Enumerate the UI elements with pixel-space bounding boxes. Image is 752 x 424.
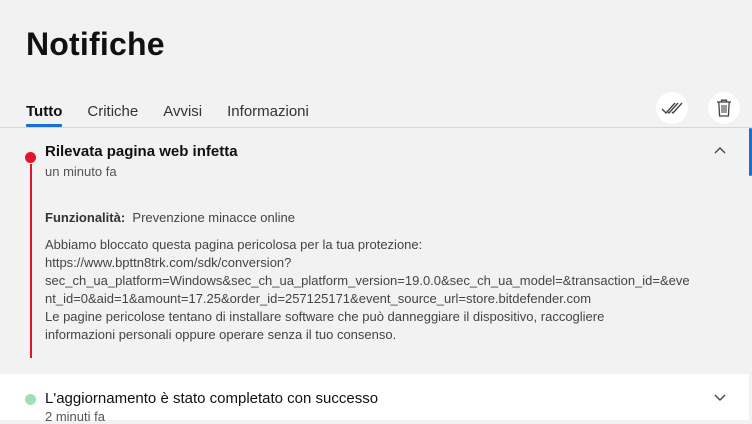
tab-info[interactable]: Informazioni <box>227 103 309 127</box>
tab-warnings[interactable]: Avvisi <box>163 103 202 127</box>
trash-icon <box>717 99 731 117</box>
critical-status-dot <box>25 152 36 163</box>
message-url-line: https://www.bpttn8trk.com/sdk/conversion… <box>45 255 292 270</box>
notification-timeline <box>30 164 32 358</box>
notification-time: 2 minuti fa <box>45 409 105 424</box>
feature-label: Funzionalità: <box>45 210 126 225</box>
message-line: informazioni personali oppure operare se… <box>45 327 397 342</box>
message-line: Abbiamo bloccato questa pagina pericolos… <box>45 237 423 252</box>
delete-all-button[interactable] <box>708 92 740 124</box>
tab-all[interactable]: Tutto <box>26 103 63 127</box>
success-status-dot <box>25 394 36 405</box>
tab-critical[interactable]: Critiche <box>87 103 138 127</box>
mark-all-read-button[interactable] <box>656 92 688 124</box>
notification-item[interactable]: L'aggiornamento è stato completato con s… <box>0 374 749 424</box>
feature-value: Prevenzione minacce online <box>132 210 296 225</box>
message-line: Le pagine pericolose tentano di installa… <box>45 309 605 324</box>
tab-bar: Tutto Critiche Avvisi Informazioni <box>26 103 334 127</box>
notification-time: un minuto fa <box>45 164 117 179</box>
notification-message: Abbiamo bloccato questa pagina pericolos… <box>45 236 735 344</box>
message-url-line: nt_id=0&aid=1&amount=17.25&order_id=2571… <box>45 291 592 306</box>
chevron-up-icon[interactable] <box>713 144 727 158</box>
notification-item[interactable]: Rilevata pagina web infetta un minuto fa… <box>0 128 749 372</box>
double-check-icon <box>661 102 683 115</box>
message-url-line: sec_ch_ua_platform=Windows&sec_ch_ua_pla… <box>45 273 690 288</box>
notification-title: L'aggiornamento è stato completato con s… <box>45 390 379 407</box>
chevron-down-icon[interactable] <box>713 390 727 404</box>
feature-row: Funzionalità: Prevenzione minacce online <box>45 209 735 227</box>
notification-title: Rilevata pagina web infetta <box>45 143 238 160</box>
page-title: Notifiche <box>26 26 165 62</box>
